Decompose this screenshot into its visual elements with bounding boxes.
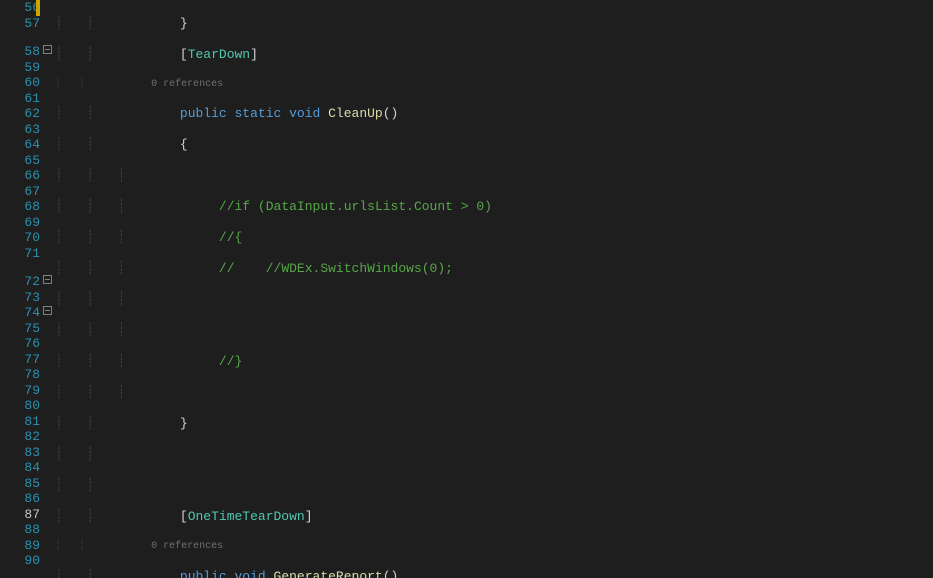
line-number: 59	[0, 60, 40, 76]
line-number: 90	[0, 553, 40, 569]
line-number: 72	[0, 274, 40, 290]
code-line[interactable]: ┊ ┊ {	[55, 137, 933, 153]
line-number: 81	[0, 414, 40, 430]
line-number: 84	[0, 460, 40, 476]
line-number: 61	[0, 91, 40, 107]
codelens-spacer	[0, 261, 40, 274]
line-number: 68	[0, 199, 40, 215]
line-number: 82	[0, 429, 40, 445]
code-line[interactable]: ┊ ┊ public static void CleanUp()	[55, 106, 933, 122]
line-number: 78	[0, 367, 40, 383]
line-number: 57	[0, 16, 40, 32]
line-number: 71	[0, 246, 40, 262]
code-area[interactable]: ┊ ┊ } ┊ ┊ [TearDown] ┊ ┊ 0 references ┊ …	[55, 0, 933, 578]
line-number: 58	[0, 44, 40, 60]
codelens-references[interactable]: ┊ ┊ 0 references	[55, 540, 933, 553]
line-number-current: 87	[0, 507, 40, 523]
code-line[interactable]: ┊ ┊ ┊	[55, 385, 933, 401]
line-number: 77	[0, 352, 40, 368]
code-line[interactable]: ┊ ┊	[55, 478, 933, 494]
code-line[interactable]: ┊ ┊ ┊ //if (DataInput.urlsList.Count > 0…	[55, 199, 933, 215]
line-number-gutter: 56 57 58 59 60 61 62 63 64 65 66 67 68 6…	[0, 0, 40, 578]
code-line[interactable]: ┊ ┊	[55, 447, 933, 463]
line-number: 63	[0, 122, 40, 138]
line-number: 85	[0, 476, 40, 492]
code-line[interactable]: ┊ ┊ }	[55, 416, 933, 432]
line-number: 75	[0, 321, 40, 337]
code-line[interactable]: ┊ ┊ }	[55, 16, 933, 32]
codelens-spacer	[0, 31, 40, 44]
codelens-references[interactable]: ┊ ┊ 0 references	[55, 78, 933, 91]
line-number: 66	[0, 168, 40, 184]
line-number: 70	[0, 230, 40, 246]
code-line[interactable]: ┊ ┊ ┊ //{	[55, 230, 933, 246]
line-number: 67	[0, 184, 40, 200]
code-line[interactable]: ┊ ┊ ┊	[55, 323, 933, 339]
change-marker-icon	[36, 0, 40, 16]
line-number: 83	[0, 445, 40, 461]
collapse-toggle-icon[interactable]	[43, 275, 52, 284]
collapse-toggle-icon[interactable]	[43, 45, 52, 54]
code-line[interactable]: ┊ ┊ [OneTimeTearDown]	[55, 509, 933, 525]
line-number: 64	[0, 137, 40, 153]
code-line[interactable]: ┊ ┊ ┊	[55, 292, 933, 308]
line-number: 56	[0, 0, 40, 16]
line-number: 62	[0, 106, 40, 122]
line-number: 89	[0, 538, 40, 554]
code-line[interactable]: ┊ ┊ ┊	[55, 168, 933, 184]
line-number: 88	[0, 522, 40, 538]
line-number: 79	[0, 383, 40, 399]
line-number: 86	[0, 491, 40, 507]
line-number: 74	[0, 305, 40, 321]
line-number: 76	[0, 336, 40, 352]
line-number: 65	[0, 153, 40, 169]
collapse-toggle-icon[interactable]	[43, 306, 52, 315]
code-editor[interactable]: 56 57 58 59 60 61 62 63 64 65 66 67 68 6…	[0, 0, 933, 578]
code-line[interactable]: ┊ ┊ ┊ // //WDEx.SwitchWindows(0);	[55, 261, 933, 277]
outline-gutter	[40, 0, 55, 578]
code-line[interactable]: ┊ ┊ public void GenerateReport()	[55, 569, 933, 578]
code-line[interactable]: ┊ ┊ ┊ //}	[55, 354, 933, 370]
line-number: 73	[0, 290, 40, 306]
line-number: 69	[0, 215, 40, 231]
code-line[interactable]: ┊ ┊ [TearDown]	[55, 47, 933, 63]
line-number: 80	[0, 398, 40, 414]
line-number: 60	[0, 75, 40, 91]
